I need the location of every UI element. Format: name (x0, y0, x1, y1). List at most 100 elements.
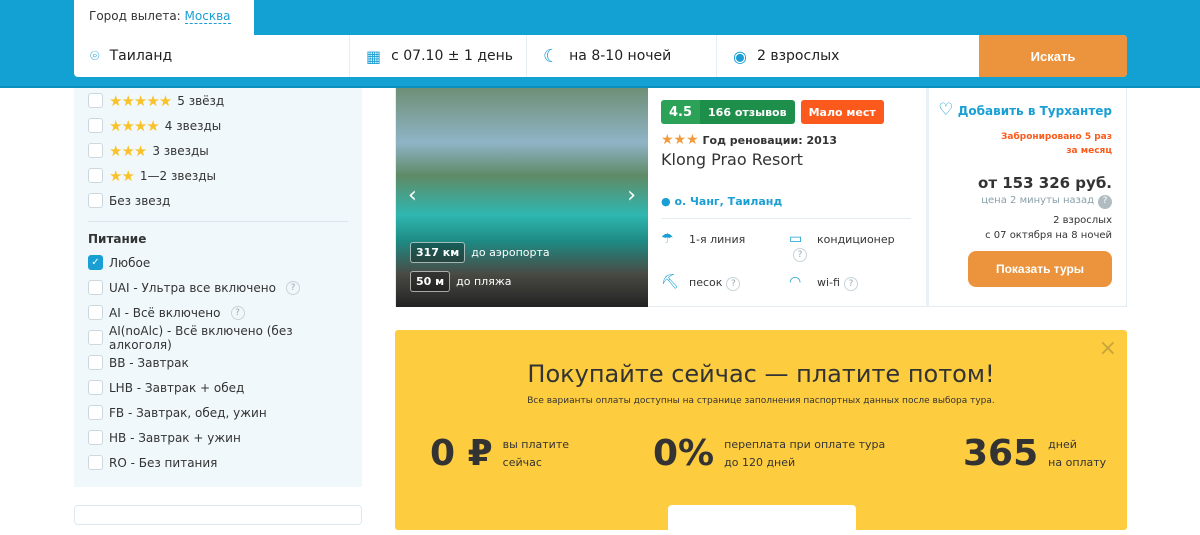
date-field[interactable]: ▦ с 07.10 ± 1 день (350, 35, 527, 77)
price: от 153 326 руб. (978, 174, 1112, 192)
meal-filter-1[interactable]: UAI - Ультра все включено? (88, 275, 348, 300)
promo-stat: 0 ₽ вы платите сейчас (430, 433, 569, 474)
star-filter-0[interactable]: ★★★★★ 5 звёзд (88, 88, 348, 113)
promo-button[interactable] (668, 505, 856, 535)
location-pin-icon: ⌾ (90, 46, 100, 65)
destination-field[interactable]: ⌾ Таиланд (74, 35, 350, 77)
stat-label: переплата при оплате тура (724, 437, 886, 451)
meal-filter-label: AI - Всё включено (109, 305, 221, 320)
nights-value: на 8-10 ночей (569, 48, 672, 64)
search-button[interactable]: Искать (979, 35, 1127, 77)
nights-field[interactable]: ☾ на 8-10 ночей (527, 35, 717, 77)
checkbox[interactable] (88, 305, 103, 320)
show-tours-button[interactable]: Показать туры (968, 251, 1112, 287)
chevron-right-icon[interactable]: › (627, 183, 636, 208)
stat-label: до 120 дней (724, 455, 796, 469)
hotel-photo[interactable]: ‹ › 317 км до аэропорта 50 м до пляжа (396, 88, 648, 307)
beach-m: 50 м (410, 271, 451, 292)
promo-stat: 365 дней на оплату (963, 433, 1106, 474)
amenities: ☂ 1-я линия ▭ кондиционер? ⛏ песок? ◠ wi-fi? (661, 218, 911, 291)
divider (88, 221, 348, 222)
meal-filter-2[interactable]: AI - Всё включено? (88, 300, 348, 325)
help-icon[interactable]: ? (726, 277, 741, 291)
checkbox[interactable] (88, 93, 103, 108)
meal-filter-7[interactable]: HB - Завтрак + ужин (88, 425, 348, 450)
star-filter-2[interactable]: ★★★ 3 звезды (88, 138, 348, 163)
close-icon[interactable]: × (1099, 336, 1117, 361)
checkbox[interactable] (88, 118, 103, 133)
amenity-label: wi-fi (817, 276, 840, 289)
star-icons: ★★ (109, 166, 135, 185)
checkbox[interactable]: ✓ (88, 255, 103, 270)
meal-filter-label: Любое (109, 255, 151, 270)
few-places-badge: Мало мест (800, 100, 884, 124)
checkbox[interactable] (88, 380, 103, 395)
date-value: с 07.10 ± 1 день (391, 48, 514, 64)
booked-count: Забронировано 5 раз (1001, 132, 1112, 142)
star-filter-1[interactable]: ★★★★ 4 звезды (88, 113, 348, 138)
meal-filter-5[interactable]: LHB - Завтрак + обед (88, 375, 348, 400)
meal-filter-4[interactable]: BB - Завтрак (88, 350, 348, 375)
hotel-stars-icon: ★★★ (661, 132, 699, 148)
meal-filter-label: LHB - Завтрак + обед (109, 380, 245, 395)
checkbox[interactable] (88, 280, 103, 295)
checkbox[interactable] (88, 193, 103, 208)
guests-value: 2 взрослых (756, 48, 840, 64)
checkbox[interactable] (88, 330, 103, 345)
amenity-label: 1-я линия (689, 233, 746, 246)
beach-distance: 50 м до пляжа (410, 271, 511, 292)
sand-shovel-icon: ⛏ (661, 274, 679, 290)
checkbox[interactable] (88, 168, 103, 183)
checkbox[interactable] (88, 405, 103, 420)
star-icons: ★★★★★ (109, 91, 172, 110)
meal-filter-label: FB - Завтрак, обед, ужин (109, 405, 267, 420)
meal-filter-label: AI(noAlc) - Всё включено (без алкоголя) (109, 323, 293, 352)
airport-distance: 317 км до аэропорта (410, 242, 550, 263)
promo-stat: 0% переплата при оплате тура до 120 дней (653, 433, 885, 474)
meal-filter-label: BB - Завтрак (109, 355, 189, 370)
beach-umbrella-icon: ☂ (661, 231, 674, 247)
filters-sidebar: ★★★★★ 5 звёзд ★★★★ 4 звезды ★★★ 3 звезды ★★ 1—2… (74, 88, 362, 487)
help-icon[interactable]: ? (230, 305, 245, 320)
departure-city-label: Город вылета: (89, 9, 181, 23)
help-icon[interactable]: ? (285, 280, 300, 295)
star-filter-3[interactable]: ★★ 1—2 звезды (88, 163, 348, 188)
help-icon[interactable]: ? (793, 248, 807, 262)
air-conditioner-icon: ▭ (789, 231, 803, 247)
meal-filter-6[interactable]: FB - Завтрак, обед, ужин (88, 400, 348, 425)
hotel-name[interactable]: Klong Prao Resort (661, 150, 911, 169)
departure-city-link[interactable]: Москва (184, 9, 231, 24)
search-header: Город вылета: Москва ⌾ Таиланд ▦ с 07.10 ±… (0, 0, 1200, 88)
location-pin-icon: ● (661, 195, 671, 208)
add-favorite-link[interactable]: ♡ Добавить в Турхантер (929, 100, 1112, 120)
help-icon[interactable]: ? (843, 277, 858, 291)
checkbox[interactable] (88, 455, 103, 470)
help-icon[interactable]: ? (1098, 195, 1112, 209)
star-filter-label: 4 звезды (164, 118, 222, 133)
checkbox[interactable] (88, 143, 103, 158)
checkbox[interactable] (88, 355, 103, 370)
checkbox[interactable] (88, 430, 103, 445)
rating-value: 4.5 (661, 100, 701, 124)
tour-guests: 2 взрослых (1053, 215, 1112, 226)
rating-badge[interactable]: 4.5 166 отзывов (661, 100, 795, 124)
stat-label: на оплату (1048, 455, 1107, 469)
meal-filter-0[interactable]: ✓ Любое (88, 250, 348, 275)
stat-value: 365 (963, 433, 1039, 474)
star-icons: ★★★ (109, 141, 147, 160)
airport-label: до аэропорта (471, 246, 550, 259)
meal-filter-3[interactable]: AI(noAlc) - Всё включено (без алкоголя) (88, 323, 348, 352)
pay-later-banner: × Покупайте сейчас — платите потом! Все … (395, 330, 1127, 535)
departure-city: Город вылета: Москва (74, 0, 254, 35)
guests-field[interactable]: ◉ 2 взрослых (717, 35, 979, 77)
stat-value: 0% (653, 433, 715, 474)
star-filter-label: Без звезд (109, 193, 171, 208)
sidebar-next-panel (74, 505, 362, 525)
meal-filter-8[interactable]: RO - Без питания (88, 450, 348, 475)
chevron-left-icon[interactable]: ‹ (408, 183, 417, 208)
star-icons: ★★★★ (109, 116, 160, 135)
amenity-wifi: ◠ wi-fi? (789, 274, 911, 291)
star-filter-4[interactable]: Без звезд (88, 188, 348, 213)
hotel-location[interactable]: о. Чанг, Таиланд (674, 195, 782, 208)
meal-filter-label: UAI - Ультра все включено (109, 280, 276, 295)
